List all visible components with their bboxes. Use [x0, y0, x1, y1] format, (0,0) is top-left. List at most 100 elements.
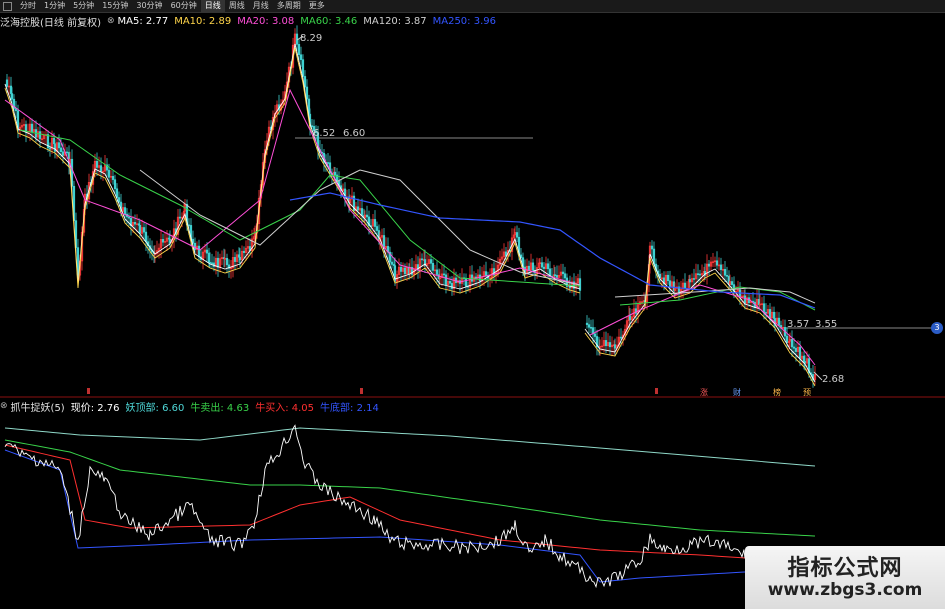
candle	[115, 188, 119, 198]
top-line	[4, 427, 816, 467]
candle	[613, 344, 617, 349]
candle	[242, 250, 246, 253]
candle	[743, 295, 747, 304]
event-mark-1[interactable]: 涨	[700, 387, 708, 398]
candle	[48, 147, 52, 150]
candle	[57, 142, 61, 149]
candle	[237, 254, 241, 258]
candle	[628, 315, 632, 321]
candle	[698, 273, 702, 276]
candle	[111, 175, 115, 180]
candle	[59, 147, 63, 153]
candle	[589, 326, 593, 329]
candle	[107, 169, 111, 178]
candle	[785, 335, 789, 343]
candle	[117, 197, 121, 203]
event-marker	[655, 388, 658, 394]
candle	[802, 355, 806, 362]
candle	[297, 44, 301, 56]
candle	[208, 261, 212, 264]
candle	[205, 249, 209, 254]
candle	[725, 274, 729, 277]
candle	[762, 303, 766, 313]
candle	[464, 278, 468, 287]
candle	[768, 309, 772, 319]
candle	[619, 336, 623, 339]
candle	[587, 324, 591, 328]
candle	[375, 226, 379, 231]
candle	[692, 278, 696, 280]
candle	[10, 93, 14, 100]
ma10-line	[4, 47, 581, 294]
candle	[542, 266, 546, 269]
candle	[399, 266, 403, 272]
candle	[435, 269, 439, 275]
indicator-price-line	[4, 424, 746, 589]
candle	[144, 231, 148, 243]
candle	[30, 123, 34, 132]
candle	[365, 214, 369, 218]
candle	[429, 259, 433, 264]
candle	[373, 219, 377, 227]
event-mark-3[interactable]: 榜	[773, 387, 781, 398]
candle	[403, 267, 407, 275]
event-marker	[87, 388, 90, 394]
high-price-label: 8.29	[300, 33, 323, 44]
candle	[299, 54, 303, 60]
candle	[133, 222, 137, 225]
candle	[420, 258, 424, 261]
candle	[431, 262, 435, 271]
candle	[52, 137, 56, 145]
candle	[527, 265, 531, 271]
candle	[95, 161, 99, 168]
candle	[390, 261, 394, 265]
candle	[561, 271, 565, 275]
event-mark-2[interactable]: 财	[733, 387, 741, 398]
candle	[540, 262, 544, 268]
candle	[178, 216, 182, 219]
candle	[113, 179, 117, 190]
candle	[142, 227, 146, 233]
candle	[225, 257, 229, 266]
candle	[707, 263, 711, 267]
candle	[794, 348, 798, 352]
candle	[585, 322, 589, 325]
low-price-label: 3.57	[787, 319, 810, 330]
candle	[730, 281, 734, 285]
candle	[216, 257, 220, 268]
candle	[61, 151, 65, 156]
candle	[448, 281, 452, 284]
mid-price-label-2: 6.60	[343, 128, 366, 139]
candle	[719, 264, 723, 271]
candle	[470, 274, 474, 282]
candle	[5, 79, 9, 87]
candle	[53, 143, 57, 152]
candle	[563, 273, 567, 279]
candle	[777, 317, 781, 326]
candle	[608, 342, 612, 348]
watermark-logo: 指标公式网 www.zbgs3.com	[745, 546, 945, 609]
candle	[668, 280, 672, 287]
candle	[9, 85, 13, 94]
candle	[666, 274, 670, 282]
candle	[688, 279, 692, 283]
candle	[546, 263, 550, 270]
candlestick-chart[interactable]	[0, 0, 945, 609]
candle	[161, 239, 165, 243]
candle	[515, 232, 519, 238]
event-mark-4[interactable]: 预	[803, 387, 811, 398]
candle	[207, 252, 211, 263]
ma5-line	[4, 43, 581, 290]
candle	[553, 274, 557, 277]
candle	[326, 162, 330, 164]
candle	[715, 260, 719, 266]
candle	[310, 125, 314, 127]
price-axis-marker: 3	[931, 322, 943, 334]
candle	[484, 271, 488, 277]
candle	[197, 245, 201, 258]
candle	[238, 256, 242, 261]
last-price-label: 2.68	[822, 374, 845, 385]
candle	[138, 225, 142, 234]
candle	[333, 171, 337, 176]
candle	[444, 274, 448, 286]
